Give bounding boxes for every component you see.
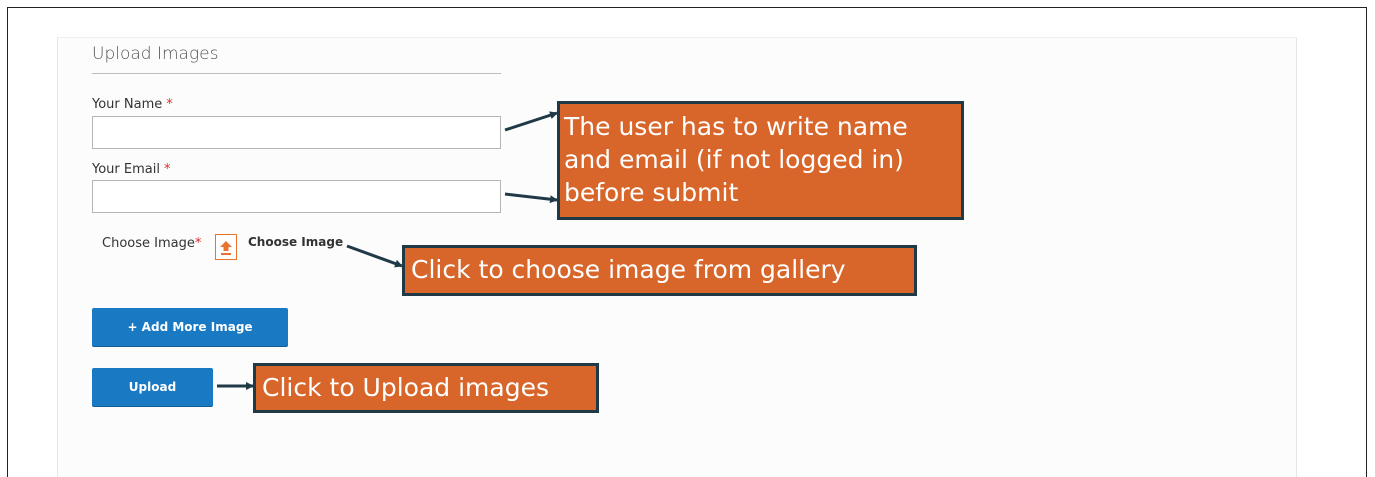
- upload-button[interactable]: Upload: [92, 368, 213, 406]
- email-required-mark: *: [163, 162, 171, 177]
- email-label-text: Your Email: [92, 162, 160, 177]
- upload-arrow-icon[interactable]: [215, 234, 237, 260]
- callout-name-email-line-3: before submit: [564, 178, 739, 207]
- callout-name-email-line-2: and email (if not logged in): [564, 145, 904, 174]
- name-required-mark: *: [166, 97, 173, 112]
- callout-upload: Click to Upload images: [253, 363, 599, 413]
- add-more-image-button[interactable]: + Add More Image: [92, 308, 288, 346]
- choose-image-link[interactable]: Choose Image: [248, 235, 343, 249]
- callout-name-email: The user has to write name and email (if…: [557, 101, 964, 220]
- section-title: Upload Images: [92, 44, 219, 64]
- name-input[interactable]: [92, 116, 501, 149]
- name-label-text: Your Name: [92, 97, 163, 112]
- choose-image-label-text: Choose Image: [102, 236, 195, 251]
- choose-image-required-mark: *: [194, 236, 202, 251]
- name-label: Your Name *: [92, 97, 173, 112]
- callout-name-email-line-1: The user has to write name: [564, 112, 908, 141]
- email-input[interactable]: [92, 180, 501, 213]
- choose-image-label: Choose Image*: [102, 236, 201, 251]
- callout-choose-image: Click to choose image from gallery: [402, 245, 917, 296]
- email-label: Your Email *: [92, 162, 170, 177]
- title-divider: [92, 73, 501, 74]
